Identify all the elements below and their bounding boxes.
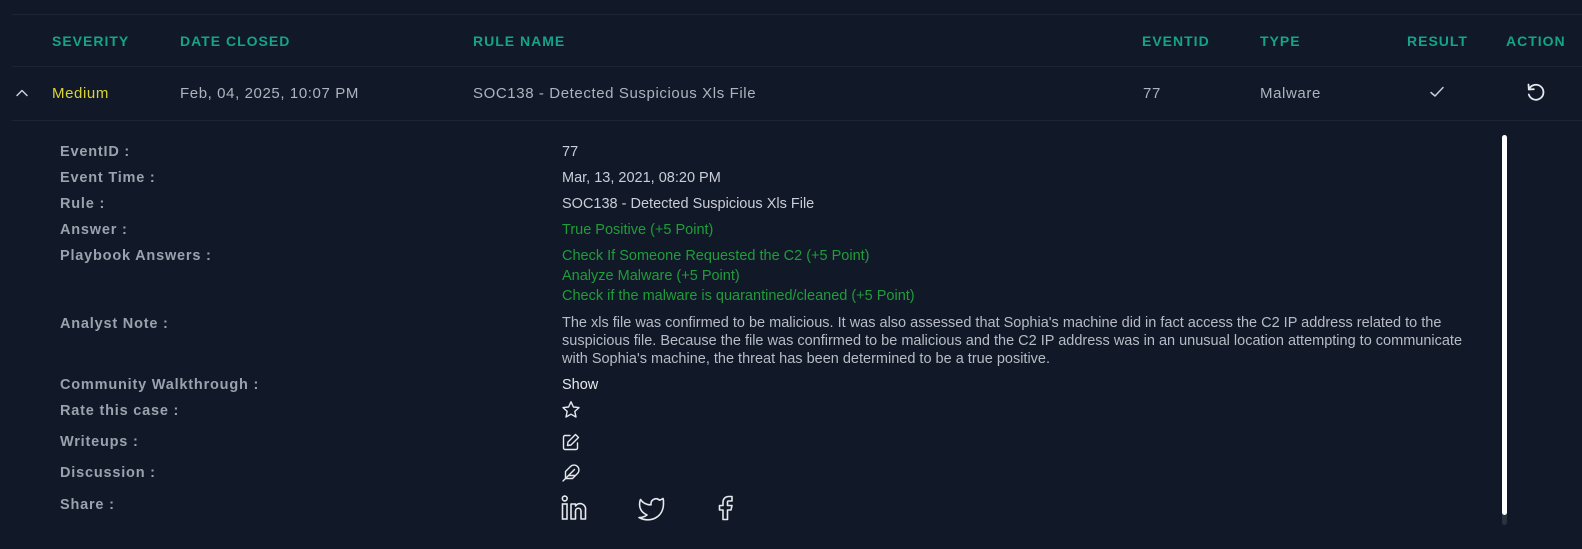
header-severity[interactable]: SEVERITY [52, 33, 129, 49]
chevron-up-icon[interactable] [14, 85, 30, 101]
twitter-icon[interactable] [637, 494, 665, 527]
playbook-answer-3: Check if the malware is quarantined/clea… [562, 288, 915, 304]
check-icon [1428, 83, 1446, 101]
header-date-closed[interactable]: DATE CLOSED [180, 33, 290, 49]
feather-icon[interactable] [561, 463, 581, 488]
star-icon[interactable] [561, 400, 581, 425]
eventid-label: EventID : [60, 144, 131, 160]
analyst-note-label: Analyst Note : [60, 316, 169, 332]
case-details-panel: EventID : 77 Event Time : Mar, 13, 2021,… [0, 121, 1500, 549]
details-scrollbar-thumb[interactable] [1502, 135, 1507, 515]
community-walkthrough-label: Community Walkthrough : [60, 377, 260, 393]
playbook-answer-2: Analyze Malware (+5 Point) [562, 268, 740, 284]
type-value: Malware [1260, 85, 1321, 102]
playbook-answer-1: Check If Someone Requested the C2 (+5 Po… [562, 248, 870, 264]
header-rule-name[interactable]: RULE NAME [473, 33, 565, 49]
edit-icon[interactable] [561, 432, 581, 457]
share-label: Share : [60, 497, 115, 513]
header-result[interactable]: RESULT [1407, 33, 1468, 49]
answer-label: Answer : [60, 222, 128, 238]
restart-icon[interactable] [1524, 80, 1548, 104]
rate-case-label: Rate this case : [60, 403, 180, 419]
eventid-value: 77 [1143, 85, 1161, 102]
severity-value: Medium [52, 85, 109, 102]
analyst-note-text: The xls file was confirmed to be malicio… [562, 315, 1463, 367]
event-time-label: Event Time : [60, 170, 156, 186]
table-header: SEVERITY DATE CLOSED RULE NAME EVENTID T… [0, 24, 1582, 66]
rule-name-value: SOC138 - Detected Suspicious Xls File [473, 85, 757, 102]
event-time-value: Mar, 13, 2021, 08:20 PM [562, 170, 721, 186]
answer-value: True Positive (+5 Point) [562, 222, 714, 238]
community-walkthrough-show-link[interactable]: Show [562, 377, 598, 393]
top-divider [12, 14, 1582, 15]
header-type[interactable]: TYPE [1260, 33, 1301, 49]
eventid-detail-value: 77 [562, 144, 579, 160]
discussion-label: Discussion : [60, 465, 156, 481]
table-row[interactable]: Medium Feb, 04, 2025, 10:07 PM SOC138 - … [0, 67, 1582, 119]
date-closed-value: Feb, 04, 2025, 10:07 PM [180, 85, 359, 102]
linkedin-icon[interactable] [560, 494, 588, 527]
rule-label: Rule : [60, 196, 106, 212]
facebook-icon[interactable] [713, 494, 741, 527]
rule-value: SOC138 - Detected Suspicious Xls File [562, 196, 815, 212]
writeups-label: Writeups : [60, 434, 139, 450]
header-eventid[interactable]: EVENTID [1142, 33, 1210, 49]
playbook-answers-label: Playbook Answers : [60, 248, 212, 264]
header-action[interactable]: ACTION [1506, 33, 1566, 49]
